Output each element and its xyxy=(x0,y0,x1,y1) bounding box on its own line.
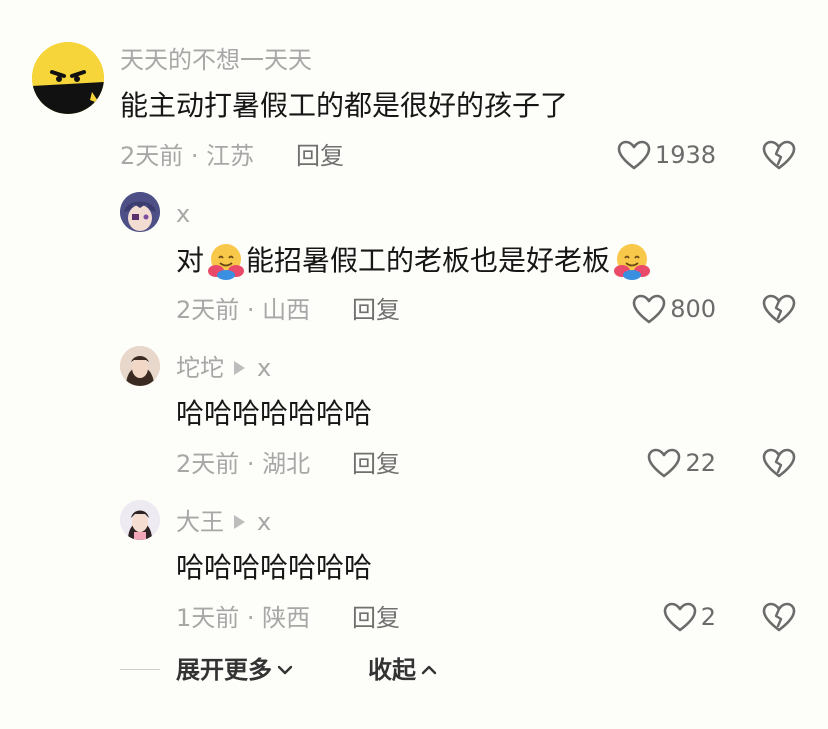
chevron-down-icon xyxy=(277,665,293,675)
reply-to-arrow-icon xyxy=(234,361,245,375)
expand-more-button[interactable]: 展开更多 xyxy=(176,656,294,684)
comment-time: 2天前 xyxy=(120,142,184,170)
reply-text: 对 能招暑假工的老板也是好老板 xyxy=(176,242,652,280)
heart-outline-icon xyxy=(632,294,666,324)
meta-separator: · xyxy=(183,142,207,170)
reply-username[interactable]: 大王 xyxy=(176,508,224,536)
reply-button[interactable]: 回复 xyxy=(352,604,400,632)
heart-outline-icon xyxy=(663,602,697,632)
divider xyxy=(120,669,160,670)
expand-more-label: 展开更多 xyxy=(176,656,272,684)
reply-time: 2天前 xyxy=(176,296,240,324)
reply-text: 哈哈哈哈哈哈哈 xyxy=(176,397,373,430)
like-count: 2 xyxy=(700,603,716,631)
reply-text: 哈哈哈哈哈哈哈 xyxy=(176,551,373,584)
reply-location: 陕西 xyxy=(262,604,311,632)
reply-text-part: 能招暑假工的老板也是好老板 xyxy=(246,244,611,277)
username[interactable]: 天天的不想一天天 xyxy=(120,46,312,74)
dislike-button[interactable] xyxy=(762,294,796,328)
reply-to-username[interactable]: x xyxy=(257,354,271,382)
avatar[interactable] xyxy=(120,346,160,386)
reply-to-username[interactable]: x xyxy=(257,508,271,536)
like-count: 800 xyxy=(670,295,716,323)
reply-button[interactable]: 回复 xyxy=(352,296,400,324)
reply-username[interactable]: 坨坨 xyxy=(176,354,224,382)
avatar[interactable] xyxy=(120,192,160,232)
reply-meta: 2天前 · 山西 xyxy=(176,296,310,324)
collapse-button[interactable]: 收起 xyxy=(368,656,438,684)
reply-text-part: 对 xyxy=(176,244,205,277)
broken-heart-icon xyxy=(762,294,796,324)
username[interactable]: x xyxy=(176,200,190,228)
avatar[interactable] xyxy=(120,500,160,540)
comment-text: 能主动打暑假工的都是很好的孩子了 xyxy=(120,89,569,122)
meta-separator: · xyxy=(239,450,263,478)
username: 大王 x xyxy=(176,508,271,536)
like-count: 1938 xyxy=(654,141,716,169)
reply-time: 1天前 xyxy=(176,604,240,632)
like-count: 22 xyxy=(685,449,716,477)
reply-location: 湖北 xyxy=(262,450,311,478)
like-button[interactable]: 800 xyxy=(632,294,716,324)
user-photo-avatar-icon xyxy=(120,500,160,540)
chevron-up-icon xyxy=(421,665,437,675)
meta-separator: · xyxy=(239,604,263,632)
meta-separator: · xyxy=(239,296,263,324)
anime-avatar-icon xyxy=(120,192,160,232)
like-button[interactable]: 1938 xyxy=(617,140,716,170)
broken-heart-icon xyxy=(762,140,796,170)
dislike-button[interactable] xyxy=(762,602,796,636)
like-button[interactable]: 2 xyxy=(663,602,716,632)
heart-outline-icon xyxy=(617,140,651,170)
avatar[interactable] xyxy=(32,42,104,114)
dislike-button[interactable] xyxy=(762,448,796,482)
hugging-face-emoji-icon xyxy=(614,244,651,280)
like-button[interactable]: 22 xyxy=(647,448,716,478)
comment-location: 江苏 xyxy=(206,142,255,170)
user-photo-avatar-icon xyxy=(120,346,160,386)
reply-time: 2天前 xyxy=(176,450,240,478)
broken-heart-icon xyxy=(762,602,796,632)
reply-to-arrow-icon xyxy=(234,515,245,529)
angry-face-avatar-icon xyxy=(32,42,104,114)
hugging-face-emoji-icon xyxy=(208,244,245,280)
username: 坨坨 x xyxy=(176,354,271,382)
heart-outline-icon xyxy=(648,448,681,478)
reply-meta: 1天前 · 陕西 xyxy=(176,604,310,632)
broken-heart-icon xyxy=(762,448,796,478)
reply-location: 山西 xyxy=(262,296,311,324)
reply-meta: 2天前 · 湖北 xyxy=(176,450,310,478)
reply-button[interactable]: 回复 xyxy=(352,450,400,478)
collapse-label: 收起 xyxy=(368,656,416,684)
comment-meta: 2天前 · 江苏 xyxy=(120,142,254,170)
dislike-button[interactable] xyxy=(762,140,796,174)
reply-button[interactable]: 回复 xyxy=(296,142,344,170)
